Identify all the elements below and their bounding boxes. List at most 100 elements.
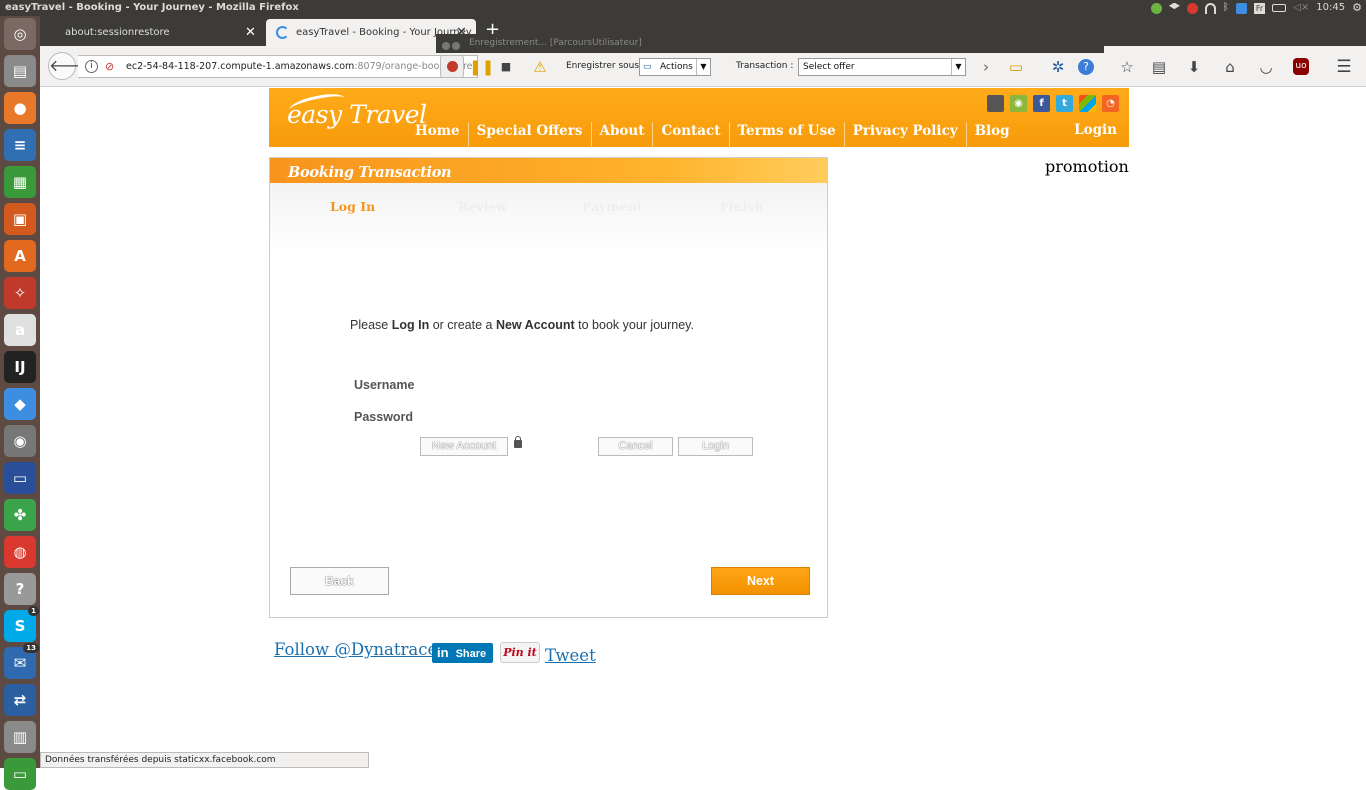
- bookmarks-list-icon[interactable]: ▤: [1149, 57, 1169, 77]
- capture-icon[interactable]: ✲: [1048, 57, 1068, 77]
- volume-muted-icon[interactable]: ◁×: [1293, 0, 1309, 16]
- nav-blog[interactable]: Blog: [967, 122, 1018, 148]
- booking-panel: Booking Transaction Log In Review Paymen…: [269, 157, 828, 618]
- warning-icon[interactable]: ⚠: [530, 57, 550, 77]
- intellij-icon[interactable]: IJ: [4, 351, 36, 383]
- facebook-icon[interactable]: f: [1033, 95, 1050, 112]
- wifi-icon[interactable]: [1204, 2, 1216, 14]
- booking-steps: [270, 183, 827, 253]
- pinterest-pin-button[interactable]: Pin it: [500, 642, 540, 663]
- nav-special-offers[interactable]: Special Offers: [469, 122, 592, 148]
- gimp-icon[interactable]: ◉: [4, 425, 36, 457]
- menu-hamburger-icon[interactable]: ☰: [1334, 57, 1354, 77]
- record-as-select[interactable]: ▭ Actions ▼: [639, 58, 711, 76]
- software-center-icon[interactable]: A: [4, 240, 36, 272]
- rss-icon[interactable]: ◔: [1102, 95, 1119, 112]
- system-settings-icon[interactable]: ✧: [4, 277, 36, 309]
- nav-about[interactable]: About: [592, 122, 654, 148]
- tracking-protection-icon[interactable]: ⊘: [105, 60, 118, 73]
- pocket-icon[interactable]: ◡: [1256, 57, 1276, 77]
- transaction-label: Transaction :: [736, 61, 794, 71]
- twitter-icon[interactable]: t: [1056, 95, 1073, 112]
- tab-sessionrestore[interactable]: about:sessionrestore ✕: [40, 19, 265, 46]
- chrome-tray-icon[interactable]: [1186, 2, 1198, 14]
- lock-icon: [514, 436, 522, 448]
- ublock-icon[interactable]: uo: [1293, 58, 1309, 75]
- nav-home[interactable]: Home: [407, 122, 469, 148]
- booking-title: Booking Transaction: [288, 164, 452, 181]
- help-icon[interactable]: ?: [1078, 59, 1094, 75]
- bluetooth-icon[interactable]: ᛒ: [1223, 0, 1229, 16]
- skype-icon[interactable]: S1: [4, 606, 39, 642]
- amazon-icon[interactable]: a: [4, 314, 36, 346]
- chrome-icon[interactable]: ◍: [4, 536, 36, 568]
- help-icon[interactable]: ?: [4, 573, 36, 605]
- url-bar[interactable]: i ⊘ ec2-54-84-118-207.compute-1.amazonaw…: [78, 55, 478, 78]
- mail-tray-icon[interactable]: [1235, 2, 1247, 14]
- easytravel-logo[interactable]: easy Travel: [287, 100, 427, 129]
- tab-label: about:sessionrestore: [65, 27, 170, 38]
- window-title: easyTravel - Booking - Your Journey - Mo…: [5, 2, 299, 13]
- android-icon[interactable]: ◉: [1010, 95, 1027, 112]
- monitor-icon[interactable]: ▭: [4, 758, 36, 790]
- network-icon[interactable]: ⇄: [4, 684, 36, 716]
- next-step-button[interactable]: Next: [711, 567, 810, 595]
- nav-contact[interactable]: Contact: [653, 122, 730, 148]
- linkedin-share-label: Share: [455, 648, 487, 660]
- linkedin-share-button[interactable]: in Share: [432, 643, 493, 663]
- home-icon[interactable]: ⌂: [1220, 57, 1240, 77]
- nav-terms-of-use[interactable]: Terms of Use: [730, 122, 845, 148]
- username-field[interactable]: [420, 376, 658, 394]
- update-notifier-icon[interactable]: [1150, 2, 1162, 14]
- intro-text: to book your journey.: [578, 318, 694, 332]
- status-bar: Données transférées depuis staticxx.face…: [40, 752, 369, 768]
- username-label: Username: [354, 378, 415, 392]
- new-account-button[interactable]: New Account: [420, 437, 508, 456]
- back-button[interactable]: 🡐: [48, 52, 92, 80]
- header-login-link[interactable]: Login: [1074, 122, 1117, 138]
- recorder-window-controls[interactable]: [442, 39, 462, 58]
- battery-icon[interactable]: [1272, 4, 1287, 12]
- keyboard-layout-indicator[interactable]: Fr: [1253, 2, 1266, 14]
- follow-dynatrace-link[interactable]: Follow @Dynatrace: [274, 640, 437, 659]
- impress-icon[interactable]: ▣: [4, 203, 36, 235]
- firefox-icon[interactable]: ●: [4, 92, 36, 124]
- tweet-link[interactable]: Tweet: [545, 646, 596, 665]
- pinwheel-icon[interactable]: ✤: [4, 499, 36, 531]
- step-review: Review: [458, 199, 508, 214]
- transaction-select[interactable]: Select offer ▼: [798, 58, 966, 76]
- main-navigation: Home Special Offers About Contact Terms …: [407, 122, 1018, 148]
- clock[interactable]: 10:45: [1316, 0, 1345, 16]
- folder-icon: ▭: [643, 62, 652, 72]
- site-info-icon[interactable]: i: [85, 60, 98, 73]
- close-tab-icon[interactable]: ✕: [245, 19, 256, 46]
- session-gear-icon[interactable]: ⚙: [1352, 0, 1362, 16]
- dropbox-icon[interactable]: ◆: [4, 388, 36, 420]
- stop-icon[interactable]: ■: [496, 57, 516, 77]
- calc-icon[interactable]: ▦: [4, 166, 36, 198]
- bookmark-star-icon[interactable]: ☆: [1117, 57, 1137, 77]
- remote-desktop-icon[interactable]: ▭: [4, 462, 36, 494]
- dropbox-tray-icon[interactable]: [1168, 2, 1180, 10]
- password-field[interactable]: [420, 408, 658, 426]
- files-icon[interactable]: ▤: [4, 55, 36, 87]
- record-button[interactable]: [440, 55, 464, 78]
- open-folder-icon[interactable]: ▭: [1006, 57, 1026, 77]
- nav-privacy-policy[interactable]: Privacy Policy: [845, 122, 967, 148]
- login-button[interactable]: Login: [678, 437, 753, 456]
- storage-icon[interactable]: ▥: [4, 721, 36, 753]
- thunderbird-icon[interactable]: ✉ 13: [4, 643, 39, 679]
- os-top-bar: easyTravel - Booking - Your Journey - Mo…: [0, 0, 1366, 16]
- transaction-value: Select offer: [803, 62, 855, 72]
- booking-header: Booking Transaction: [270, 158, 827, 183]
- ubuntu-dash-icon[interactable]: ◎: [4, 18, 36, 50]
- apple-icon[interactable]: [987, 95, 1004, 112]
- forward-arrow-icon[interactable]: ›: [976, 57, 996, 77]
- windows-icon[interactable]: [1079, 95, 1096, 112]
- cancel-button[interactable]: Cancel: [598, 437, 673, 456]
- back-step-button[interactable]: Back: [290, 567, 389, 595]
- writer-icon[interactable]: ≡: [4, 129, 36, 161]
- downloads-icon[interactable]: ⬇: [1184, 57, 1204, 77]
- pause-icon[interactable]: ❚❚: [469, 57, 494, 77]
- url-host: ec2-54-84-118-207.compute-1.amazonaws.co…: [126, 61, 355, 72]
